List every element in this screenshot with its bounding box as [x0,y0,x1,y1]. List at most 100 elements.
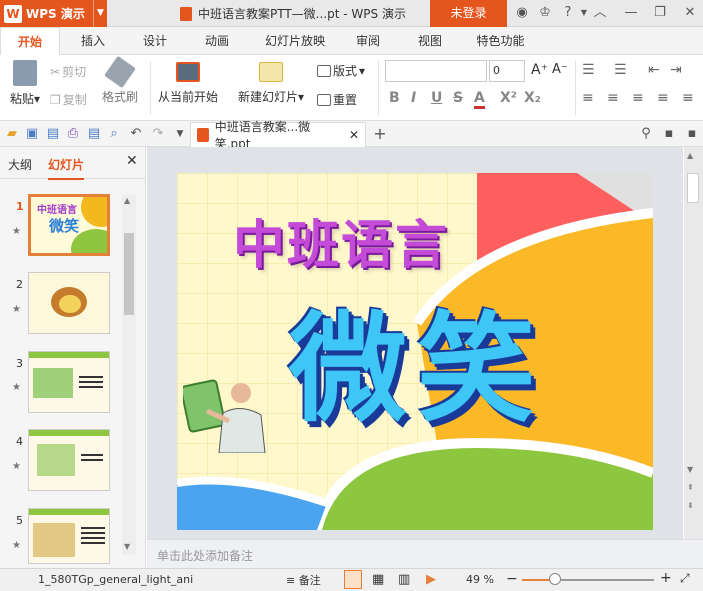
tab-view[interactable]: 视图 [405,27,455,55]
zoom-slider[interactable] [522,573,654,585]
zoom-in-icon[interactable]: + [660,570,672,586]
tab-start[interactable]: 开始 [0,27,60,56]
redo-icon[interactable]: ↷ [150,126,166,142]
slide-thumbnail-5[interactable] [28,508,110,564]
pin-icon[interactable]: ⚲ [638,126,654,142]
subscript-icon[interactable]: X₂ [524,90,541,106]
scroll-thumb[interactable] [124,233,134,315]
fit-window-icon[interactable]: ⤢ [680,571,690,586]
export-icon[interactable]: ▤ [45,126,61,142]
template-name: 1_580TGp_general_light_ani [38,573,194,586]
new-tab-icon[interactable]: + [372,126,388,142]
more-dropdown-icon[interactable]: ▼ [172,126,188,142]
open-folder-icon[interactable]: ▰ [4,126,20,142]
tab-slideshow[interactable]: 幻灯片放映 [255,27,335,55]
font-color-icon[interactable]: A [474,90,485,109]
close-pane-icon[interactable]: ✕ [126,153,138,169]
skin-icon[interactable]: ◉ [514,5,530,21]
font-name-select[interactable] [385,60,487,82]
bullet-list-icon[interactable]: ☰ [582,62,595,78]
tab-outline[interactable]: 大纲 [8,156,32,173]
help-dropdown-icon[interactable]: ▼ [576,5,592,21]
minimize-icon[interactable]: — [623,5,639,21]
notes-toggle[interactable]: ≡ 备注 [286,572,321,588]
increase-font-icon[interactable]: A⁺ [531,62,548,78]
layout-button[interactable]: 版式 ▾ [317,62,365,79]
italic-icon[interactable]: I [411,90,416,106]
normal-view-icon[interactable] [344,570,362,589]
align-right-icon[interactable]: ≡ [632,90,644,106]
current-slide[interactable]: 中班语言 微笑 [177,173,653,530]
tab-design[interactable]: 设计 [130,27,180,55]
present-icon[interactable]: ▪ [661,126,677,142]
tab-features[interactable]: 特色功能 [468,27,533,55]
thumb-subtitle: 微笑 [49,217,80,235]
login-button[interactable]: 未登录 [430,0,507,27]
from-current-button[interactable]: 从当前开始 [158,62,218,105]
app-menu-button[interactable]: W WPS 演示 ▼ [0,0,107,27]
zoom-out-icon[interactable]: − [506,571,518,587]
chevron-down-icon[interactable]: ▼ [93,0,107,27]
justify-icon[interactable]: ≡ [657,90,669,106]
cut-button[interactable]: ✂ 剪切 [50,63,86,80]
new-slide-button[interactable]: 新建幻灯片▾ [238,62,304,105]
zoom-slider-thumb[interactable] [549,573,561,585]
canvas-scrollbar[interactable]: ▲ ▼ ⇞ ⇟ [684,147,703,539]
decrease-indent-icon[interactable]: ⇤ [648,62,660,78]
search-icon[interactable]: ⌕ [106,126,122,142]
new-slide-icon [259,62,284,82]
scroll-down-icon[interactable]: ▼ [124,542,130,551]
scroll-up-icon[interactable]: ▲ [124,196,130,205]
reading-view-icon[interactable]: ▥ [398,572,410,587]
underline-icon[interactable]: U [431,90,442,106]
copy-button[interactable]: ❐ 复制 [50,91,87,108]
slide-sorter-icon[interactable]: ▦ [372,572,384,587]
slide-title[interactable]: 中班语言 [233,203,449,278]
help-icon[interactable]: ? [560,5,576,21]
slides-scrollbar[interactable]: ▲ ▼ [122,195,136,555]
prev-slide-icon[interactable]: ⇞ [687,483,694,492]
maximize-icon[interactable]: ❐ [652,5,668,21]
align-center-icon[interactable]: ≡ [607,90,619,106]
scroll-down-icon[interactable]: ▼ [687,465,693,474]
shirt-icon[interactable]: ♔ [537,5,553,21]
distribute-icon[interactable]: ≡ [682,90,694,106]
scroll-thumb[interactable] [687,173,699,203]
bold-icon[interactable]: B [389,90,400,106]
slide-thumbnail-4[interactable] [28,429,110,491]
animation-star-icon: ★ [12,382,21,393]
save-icon[interactable]: ▣ [24,126,40,142]
slide-thumbnail-2[interactable] [28,272,110,334]
preview-icon[interactable]: ▤ [86,126,102,142]
slide-subtitle[interactable]: 微笑 [289,273,545,444]
reset-button[interactable]: 重置 [317,91,357,108]
tab-slides[interactable]: 幻灯片 [48,156,85,180]
superscript-icon[interactable]: X² [500,90,517,106]
window-mode-icon[interactable]: ▪ [684,126,700,142]
close-tab-icon[interactable]: ✕ [349,128,359,142]
animation-star-icon: ★ [12,226,21,237]
tab-review[interactable]: 审阅 [343,27,393,55]
notes-field[interactable]: 单击此处添加备注 [147,539,703,568]
tab-animation[interactable]: 动画 [192,27,242,55]
format-painter-button[interactable]: 格式刷 [102,55,138,105]
tab-insert[interactable]: 插入 [68,27,118,55]
document-tab[interactable]: 中班语言教案...微笑.ppt ✕ [190,120,366,151]
teacher-illustration[interactable] [183,373,273,453]
slide-thumbnail-1[interactable]: 中班语言 微笑 [28,194,110,256]
align-left-icon[interactable]: ≡ [582,90,594,106]
decrease-font-icon[interactable]: A⁻ [552,62,568,77]
close-icon[interactable]: ✕ [682,5,698,21]
increase-indent-icon[interactable]: ⇥ [670,62,682,78]
slide-thumbnail-3[interactable] [28,351,110,413]
next-slide-icon[interactable]: ⇟ [687,501,694,510]
strikethrough-icon[interactable]: S [453,90,463,106]
paste-button[interactable]: 粘贴▾ [10,60,40,107]
font-size-select[interactable]: 0 [489,60,525,82]
slideshow-icon[interactable]: ▶ [426,572,436,587]
collapse-ribbon-icon[interactable]: ︿ [592,5,608,21]
undo-icon[interactable]: ↶ [128,126,144,142]
scroll-up-icon[interactable]: ▲ [687,151,693,160]
print-icon[interactable]: ⎙ [65,126,81,142]
numbered-list-icon[interactable]: ☰ [614,62,627,78]
